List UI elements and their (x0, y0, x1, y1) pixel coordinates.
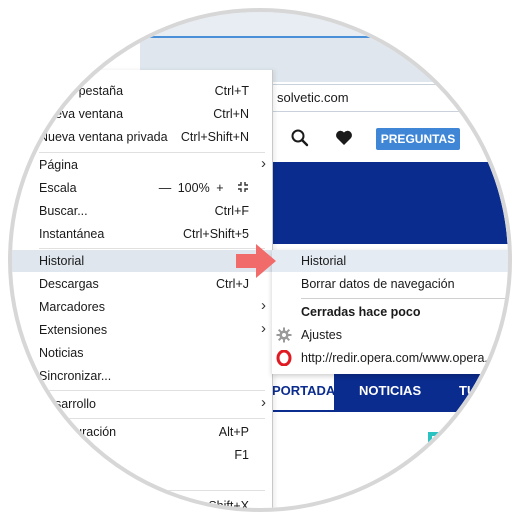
submenu-heading-label: Cerradas hace poco (301, 305, 421, 319)
menu-item-label: Buscar... (39, 204, 88, 218)
menu-separator (39, 418, 265, 419)
menu-item-shortcut: Ctrl+J (216, 277, 249, 291)
page-content (272, 412, 520, 520)
chevron-right-icon: › (261, 297, 266, 314)
opera-logo-icon (276, 350, 292, 366)
menu-separator (39, 152, 265, 153)
nav-tab-portada-label: PORTADA (272, 383, 336, 398)
menu-item-new-window[interactable]: Nueva ventana Ctrl+N (0, 103, 272, 125)
submenu-item-recent-url[interactable]: http://redir.opera.com/www.opera.com (272, 347, 520, 369)
search-icon[interactable] (290, 128, 310, 148)
opera-main-menu: Nueva pestaña Ctrl+T Nueva ventana Ctrl+… (0, 70, 273, 520)
chevron-right-icon: › (261, 394, 266, 411)
submenu-heading-recently-closed: Cerradas hace poco (272, 301, 520, 323)
menu-item-snapshot[interactable]: Instantánea Ctrl+Shift+5 (0, 223, 272, 245)
submenu-item-label: Ajustes (301, 328, 342, 342)
menu-item-label: Escala (39, 181, 77, 195)
chevron-right-icon: › (261, 155, 266, 172)
menu-item-label: Descargas (39, 277, 99, 291)
nav-tab-portada[interactable]: PORTADA (272, 374, 336, 412)
menu-item-label: Nueva ventana privada (39, 130, 168, 144)
zoom-level: 100% (177, 181, 210, 195)
menu-item-sync[interactable]: Sincronizar... (0, 365, 272, 387)
menu-item-label: Marcadores (39, 300, 105, 314)
submenu-item-clear-data[interactable]: Borrar datos de navegación (272, 273, 520, 295)
submenu-item-label: http://redir.opera.com/www.opera.com (301, 351, 512, 365)
zoom-control: — 100% + (159, 181, 249, 195)
menu-item-label: Nueva pestaña (39, 84, 124, 98)
menu-item-label: Nueva ventana (39, 107, 124, 121)
menu-item-developer[interactable]: Desarrollo › (0, 393, 272, 415)
menu-item-extensions[interactable]: Extensiones › (0, 319, 272, 341)
menu-item-zoom: Escala — 100% + (0, 177, 272, 199)
history-submenu: Historial Borrar datos de navegación Cer… (272, 250, 520, 374)
menu-item-shortcut: Ctrl+T (214, 84, 249, 98)
menu-item-history[interactable]: Historial › (0, 250, 272, 272)
submenu-item-settings[interactable]: Ajustes (272, 324, 520, 346)
fullscreen-icon[interactable] (237, 181, 249, 193)
menu-item-settings[interactable]: Configuración Alt+P (0, 421, 272, 443)
menu-item-help[interactable]: F1 (0, 444, 272, 466)
address-bar[interactable]: solvetic.com (272, 84, 520, 112)
menu-item-news[interactable]: Noticias (0, 342, 272, 364)
menu-item-bookmarks[interactable]: Marcadores › (0, 296, 272, 318)
submenu-item-label: Historial (301, 254, 347, 268)
gear-icon (276, 327, 292, 343)
menu-item-label: Desarrollo (39, 397, 96, 411)
menu-item-label: Historial (39, 254, 85, 268)
heart-icon[interactable] (334, 128, 354, 148)
submenu-item-history[interactable]: Historial (272, 250, 520, 272)
menu-separator (39, 248, 265, 249)
menu-item-shortcut: Ctrl+Shift+5 (182, 227, 249, 241)
stage: solvetic.com PREGUNTAS PORTADA NOTICIAS … (0, 0, 520, 520)
menu-separator (39, 490, 265, 491)
menu-item-new-private-window[interactable]: Nueva ventana privada Ctrl+Shift+N (0, 126, 272, 148)
menu-item-shortcut: Alt+P (218, 425, 249, 439)
zoom-out-button[interactable]: — (159, 181, 172, 195)
preguntas-button[interactable]: PREGUNTAS (376, 128, 460, 150)
menu-item-page[interactable]: Página › (0, 154, 272, 176)
menu-item-new-tab[interactable]: Nueva pestaña Ctrl+T (0, 80, 272, 102)
menu-item-find[interactable]: Buscar... Ctrl+F (0, 200, 272, 222)
submenu-separator (301, 298, 520, 299)
menu-item-label: Configuración (39, 425, 117, 439)
pointer-arrow-icon (236, 244, 276, 278)
window-top (0, 0, 520, 36)
menu-item-shortcut: F1 (234, 448, 249, 462)
menu-item-exit[interactable]: Ctrl+Shift+X (0, 495, 272, 517)
menu-item-label: Sincronizar... (39, 369, 112, 383)
menu-separator (39, 390, 265, 391)
address-text: solvetic.com (277, 90, 349, 105)
menu-item-label: Instantánea (39, 227, 105, 241)
menu-item-label: Extensiones (39, 323, 108, 337)
menu-item-shortcut: Ctrl+F (214, 204, 249, 218)
nav-tab-noticias[interactable]: NOTICIAS (359, 374, 421, 412)
menu-item-label: Noticias (39, 346, 84, 360)
menu-item-label: Página (39, 158, 78, 172)
menu-item-shortcut: Ctrl+Shift+N (180, 130, 249, 144)
menu-item-downloads[interactable]: Descargas Ctrl+J (0, 273, 272, 295)
menu-item-shortcut: Ctrl+N (213, 107, 249, 121)
zoom-in-button[interactable]: + (216, 181, 223, 195)
site-banner (272, 162, 520, 244)
menu-item-shortcut: Ctrl+Shift+X (181, 499, 249, 513)
article-thumbnail[interactable] (428, 432, 472, 476)
nav-tab-tu[interactable]: TU (459, 374, 476, 412)
chevron-right-icon: › (261, 320, 266, 337)
submenu-item-label: Borrar datos de navegación (301, 277, 455, 291)
